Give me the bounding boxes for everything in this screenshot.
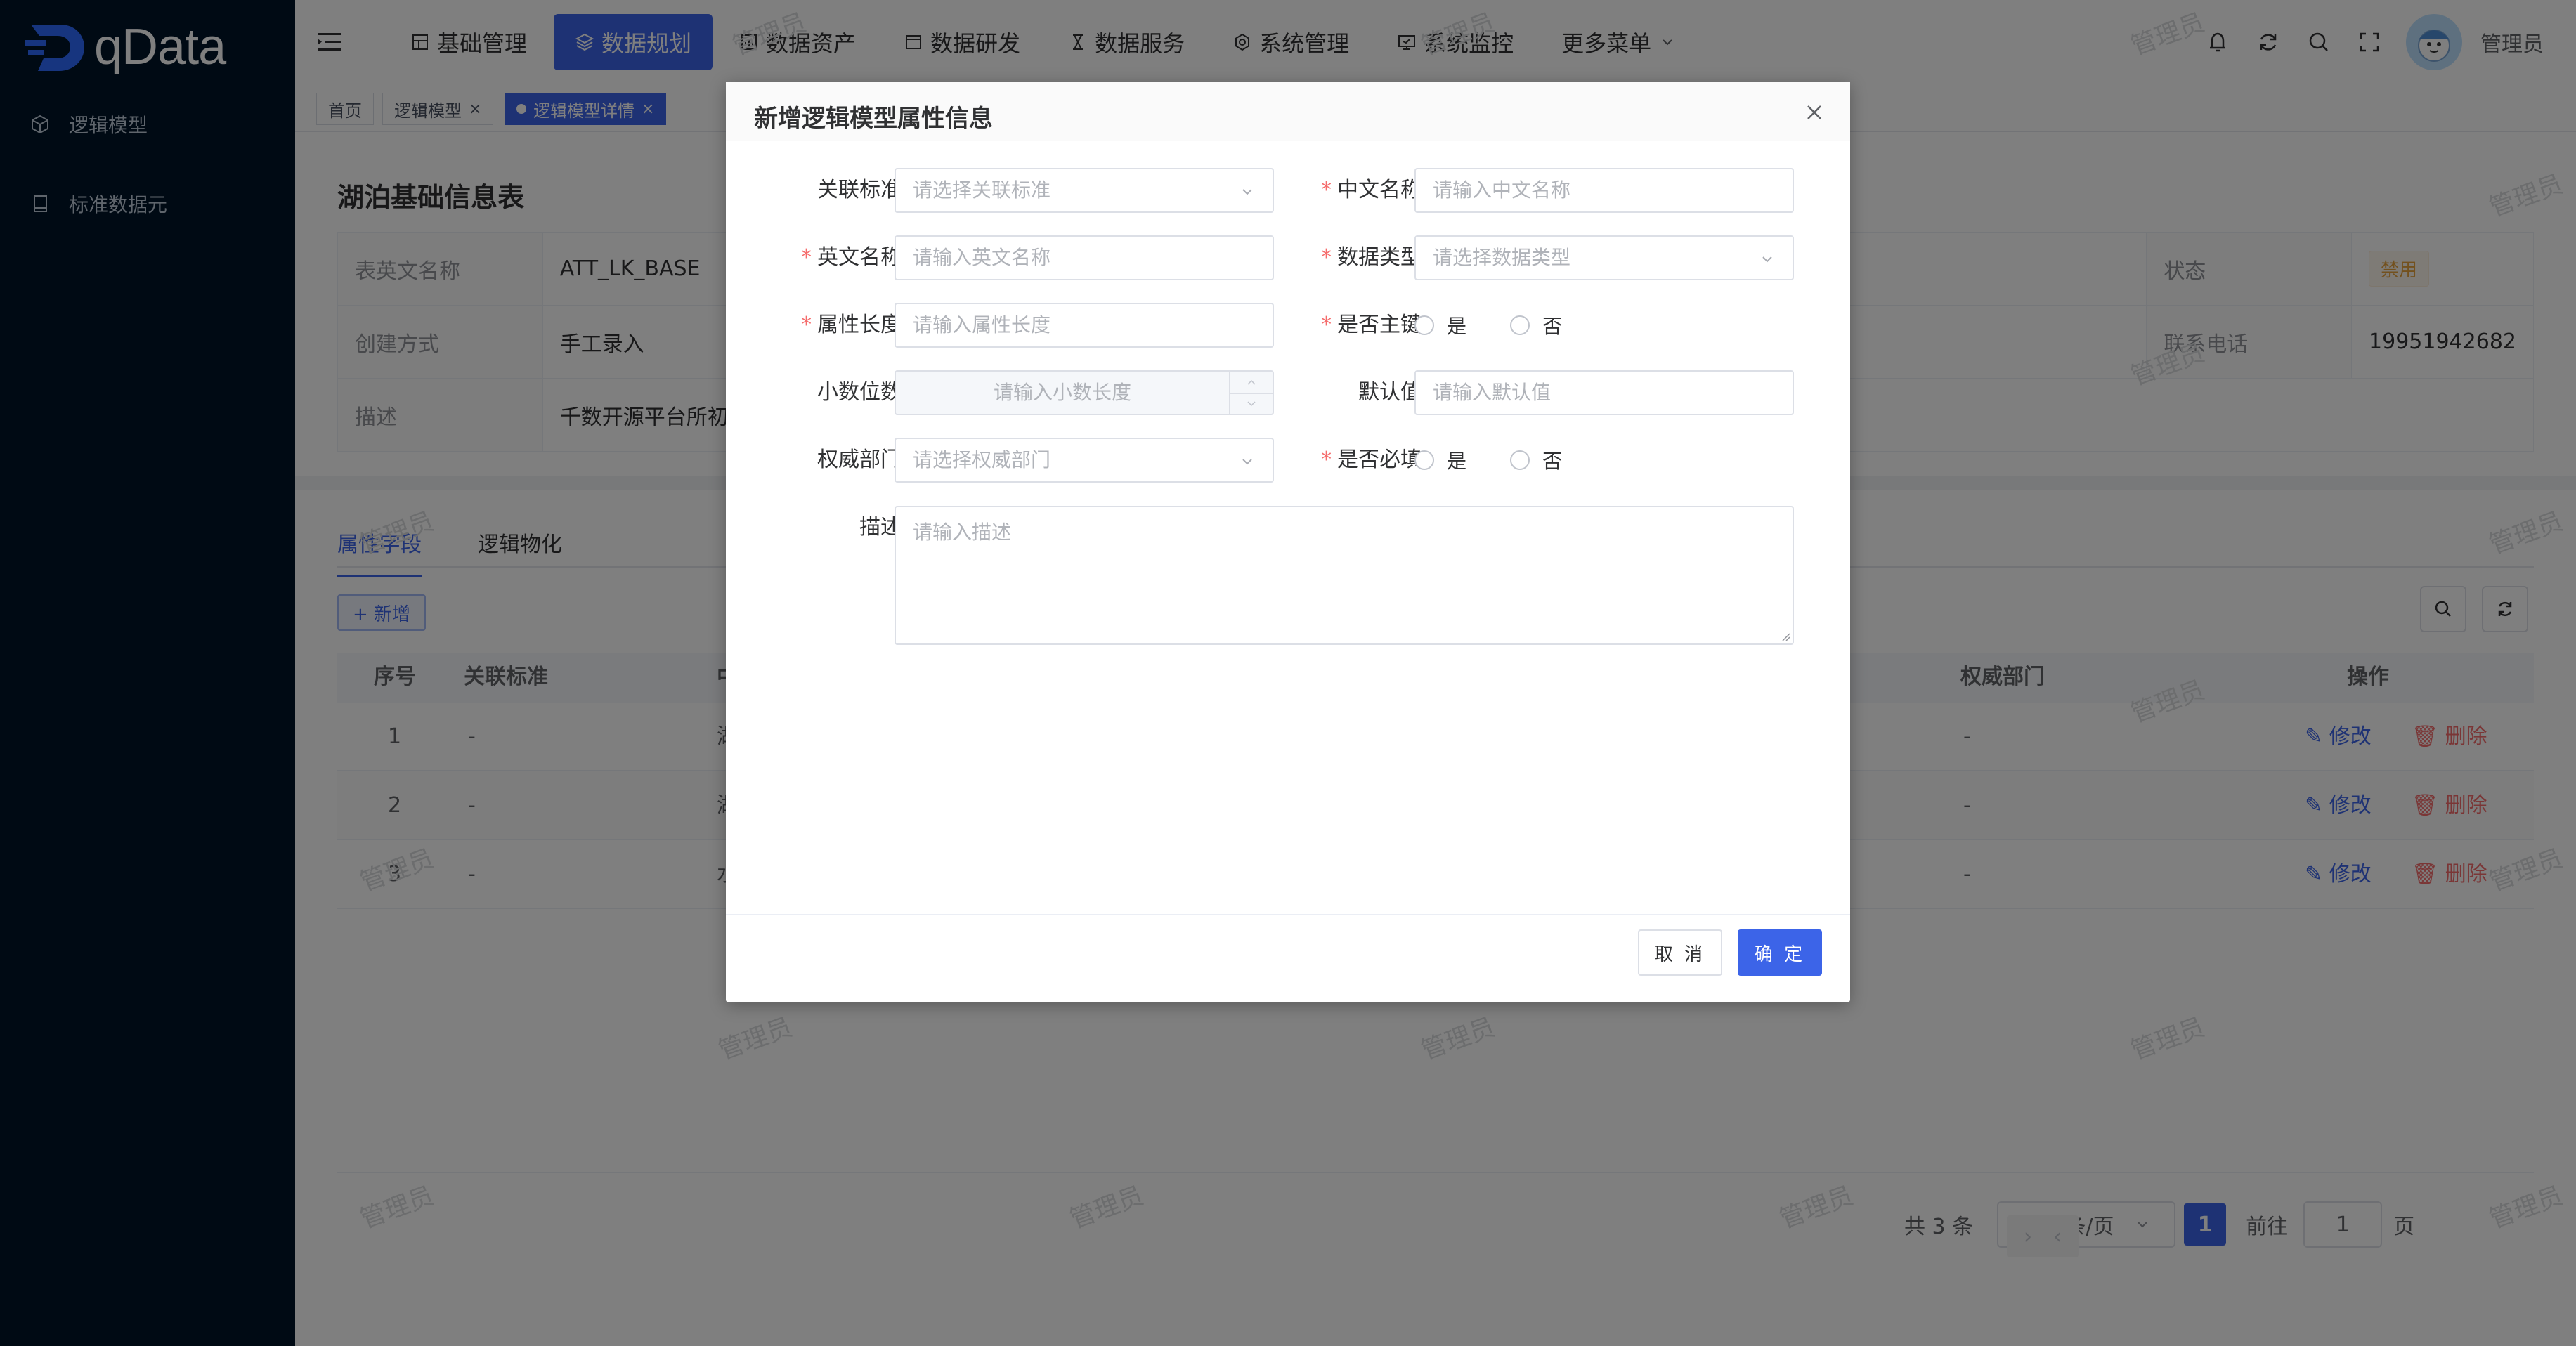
radio-label: 否 (1542, 315, 1563, 338)
label-required-field: * 是否必填 (1267, 438, 1422, 483)
data-type-select[interactable]: 请选择数据类型 (1414, 235, 1794, 280)
required-mark: * (801, 313, 812, 337)
chevron-up-icon (1247, 379, 1256, 385)
desc-placeholder: 请输入描述 (913, 521, 1012, 544)
radio-circle-icon (1510, 315, 1530, 335)
length-input[interactable]: 请输入属性长度 (895, 303, 1274, 348)
dialog-footer-divider (726, 914, 1850, 915)
chevron-down-icon (1247, 401, 1256, 407)
dialog-title: 新增逻辑模型属性信息 (754, 105, 993, 133)
chevron-down-icon (1762, 256, 1772, 263)
cn-name-placeholder: 请输入中文名称 (1433, 178, 1571, 202)
label-text: 小数位数 (817, 380, 902, 405)
required-yes-radio[interactable]: 是 (1414, 438, 1466, 483)
label-text: 中文名称 (1337, 178, 1422, 202)
decimal-input: 请输入小数长度 (895, 370, 1274, 415)
label-cn-name: * 中文名称 (1267, 168, 1422, 213)
desc-textarea[interactable]: 请输入描述 (895, 506, 1794, 645)
label-text: 权威部门 (817, 447, 902, 472)
radio-circle-icon (1414, 450, 1434, 470)
decimal-stepper (1229, 372, 1273, 414)
required-no-radio[interactable]: 否 (1510, 438, 1562, 483)
close-icon[interactable] (1804, 102, 1825, 123)
chevron-down-icon (1242, 459, 1252, 465)
label-length: * 属性长度 (747, 303, 902, 348)
label-desc: 描述 (747, 505, 902, 550)
cn-name-input[interactable]: 请输入中文名称 (1414, 168, 1794, 213)
required-mark: * (801, 245, 812, 270)
pk-no-radio[interactable]: 否 (1510, 303, 1562, 348)
data-type-placeholder: 请选择数据类型 (1433, 246, 1571, 269)
dept-select[interactable]: 请选择权威部门 (895, 438, 1274, 483)
label-text: 是否必填 (1337, 447, 1422, 472)
label-text: 是否主键 (1337, 313, 1422, 337)
chevron-down-icon (1242, 189, 1252, 195)
label-text: 默认值 (1358, 380, 1422, 405)
label-text: 关联标准 (817, 178, 902, 202)
app-root: qData 逻辑模型 标准数据元 基础管理 (0, 0, 2576, 1346)
cancel-button[interactable]: 取 消 (1638, 929, 1722, 976)
decimal-placeholder: 请输入小数长度 (993, 381, 1131, 404)
dept-placeholder: 请选择权威部门 (913, 448, 1051, 471)
std-placeholder: 请选择关联标准 (913, 178, 1051, 202)
pk-yes-radio[interactable]: 是 (1414, 303, 1466, 348)
std-select[interactable]: 请选择关联标准 (895, 168, 1274, 213)
label-data-type: * 数据类型 (1267, 235, 1422, 280)
required-mark: * (1321, 245, 1332, 270)
default-placeholder: 请输入默认值 (1433, 381, 1552, 404)
radio-circle-icon (1510, 450, 1530, 470)
en-name-input[interactable]: 请输入英文名称 (895, 235, 1274, 280)
label-std: 关联标准 (747, 168, 902, 213)
en-name-placeholder: 请输入英文名称 (913, 246, 1051, 269)
stepper-down (1230, 393, 1273, 414)
resize-handle-icon[interactable] (1780, 631, 1791, 642)
radio-circle-icon (1414, 315, 1434, 335)
label-en-name: * 英文名称 (747, 235, 902, 280)
add-attribute-dialog: 新增逻辑模型属性信息 关联标准 请选择关联标准 * 中文名称 请输入中文名称 * 英… (726, 82, 1850, 1002)
required-mark: * (1321, 178, 1332, 202)
confirm-button[interactable]: 确 定 (1738, 929, 1822, 976)
radio-label: 是 (1447, 450, 1467, 473)
radio-label: 是 (1447, 315, 1467, 338)
label-decimal: 小数位数 (747, 370, 902, 415)
default-input[interactable]: 请输入默认值 (1414, 370, 1794, 415)
required-mark: * (1321, 313, 1332, 337)
radio-label: 否 (1542, 450, 1563, 473)
required-mark: * (1321, 447, 1332, 472)
label-dept: 权威部门 (747, 438, 902, 483)
label-text: 数据类型 (1337, 245, 1422, 270)
label-pk: * 是否主键 (1267, 303, 1422, 348)
dialog-header: 新增逻辑模型属性信息 (726, 82, 1850, 141)
label-text: 属性长度 (817, 313, 902, 337)
label-text: 英文名称 (817, 245, 902, 270)
length-placeholder: 请输入属性长度 (913, 313, 1051, 336)
stepper-up (1230, 372, 1273, 393)
label-default: 默认值 (1267, 370, 1422, 415)
